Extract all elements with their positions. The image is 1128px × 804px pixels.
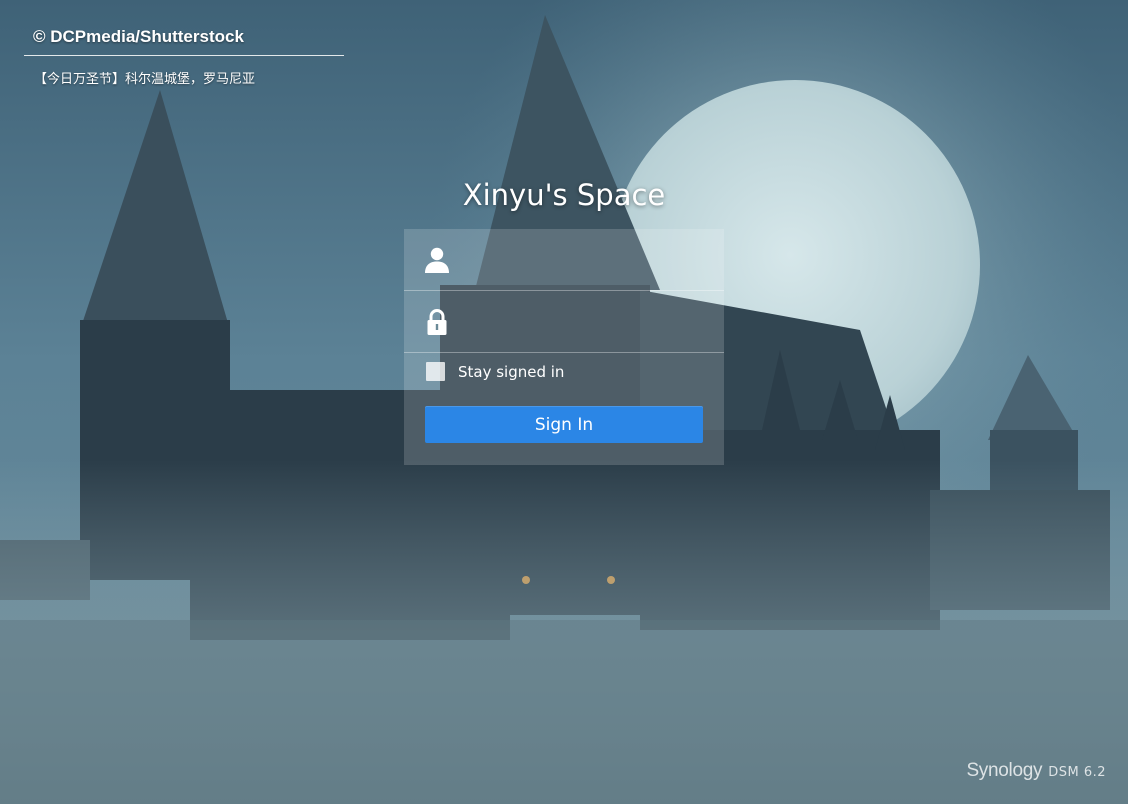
photo-credit-caption: 【今日万圣节】科尔温城堡，罗马尼亚 — [34, 72, 256, 87]
password-input[interactable] — [464, 291, 718, 353]
stay-signed-in-checkbox[interactable]: Stay signed in — [426, 362, 564, 381]
checkbox-box[interactable] — [426, 362, 445, 381]
username-input[interactable] — [464, 229, 718, 291]
stay-signed-in-label: Stay signed in — [458, 362, 565, 381]
brand-logo: Synology DSM 6.2 — [966, 760, 1106, 782]
login-title: Xinyu's Space — [462, 178, 666, 212]
user-icon — [424, 246, 450, 274]
username-row — [404, 229, 724, 291]
photo-credit-source: © DCPmedia/Shutterstock — [33, 27, 244, 46]
brand-name: Synology — [966, 760, 1043, 781]
lock-icon — [424, 308, 450, 336]
password-row — [404, 291, 724, 353]
sign-in-button[interactable]: Sign In — [425, 406, 703, 443]
login-panel: Stay signed in Sign In — [404, 229, 724, 465]
brand-version: DSM 6.2 — [1048, 765, 1106, 780]
photo-credit: © DCPmedia/Shutterstock 【今日万圣节】科尔温城堡，罗马尼… — [24, 24, 344, 87]
